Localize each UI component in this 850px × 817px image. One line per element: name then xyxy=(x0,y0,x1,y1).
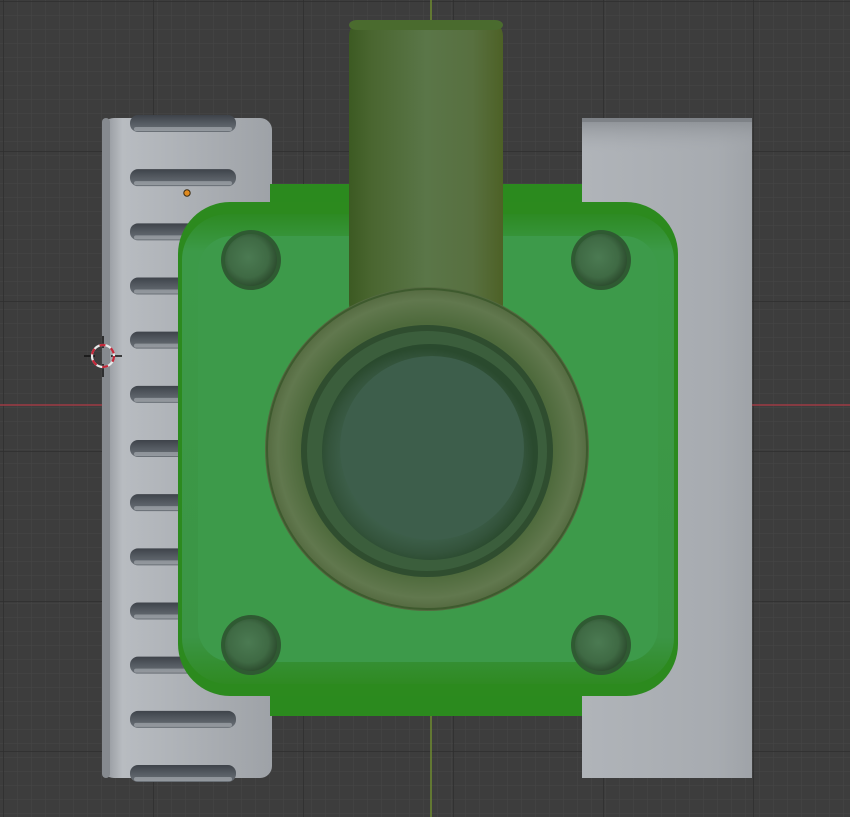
screw-top-left xyxy=(221,230,281,290)
screw-bottom-right xyxy=(571,615,631,675)
3d-viewport[interactable] xyxy=(0,0,850,817)
heatsink-fin-highlight xyxy=(134,722,232,727)
screw-top-right xyxy=(571,230,631,290)
heatsink-fin-highlight xyxy=(134,777,232,781)
object-origin-marker[interactable] xyxy=(183,189,191,197)
nozzle-pipe[interactable] xyxy=(349,20,503,320)
screw-bottom-left xyxy=(221,615,281,675)
viewport-canvas[interactable] xyxy=(0,0,850,817)
circular-port[interactable] xyxy=(265,287,589,611)
heatsink-fin-highlight xyxy=(134,181,232,186)
heatsink-fin-highlight xyxy=(134,127,232,131)
